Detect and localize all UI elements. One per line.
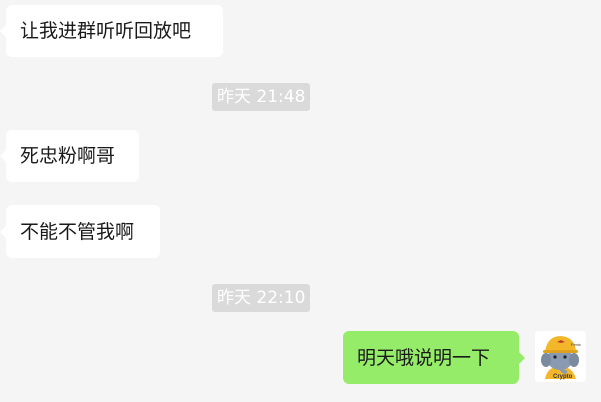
avatar-text: Fenix bbox=[571, 342, 581, 347]
message-text: 死忠粉啊哥 bbox=[20, 145, 116, 167]
message-bubble-incoming[interactable]: 不能不管我啊 bbox=[0, 205, 160, 258]
avatar[interactable]: Fenix Crypto bbox=[535, 331, 586, 382]
timestamp: 昨天 22:10 bbox=[212, 284, 311, 312]
message-bubble-incoming[interactable]: 死忠粉啊哥 bbox=[0, 130, 139, 182]
timestamp: 昨天 21:48 bbox=[212, 83, 311, 111]
cartoon-elephant-hardhat-icon: Fenix Crypto bbox=[535, 331, 586, 382]
message-text: 不能不管我啊 bbox=[20, 220, 135, 243]
avatar-text: Crypto bbox=[553, 374, 573, 380]
message-bubble-incoming[interactable]: 让我进群听听回放吧 bbox=[0, 5, 223, 57]
message-text: 让我进群听听回放吧 bbox=[20, 20, 192, 42]
message-bubble-outgoing[interactable]: 明天哦说明一下 bbox=[343, 331, 525, 384]
message-text: 明天哦说明一下 bbox=[357, 346, 491, 369]
